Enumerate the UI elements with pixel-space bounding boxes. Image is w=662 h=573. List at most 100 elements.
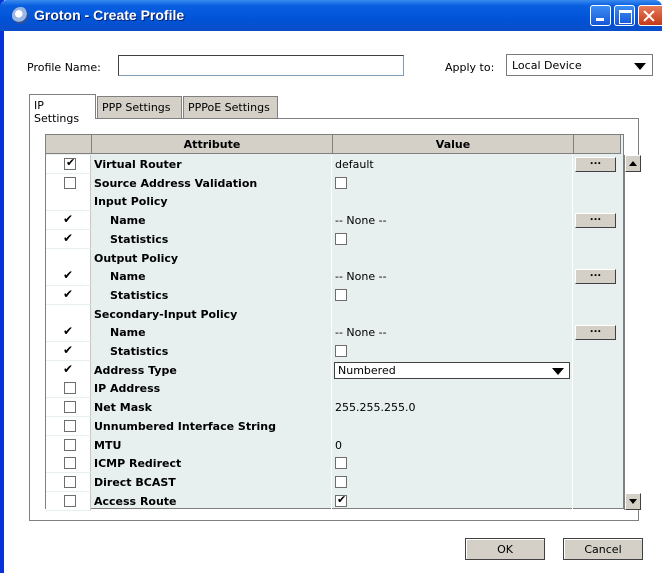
header-attribute[interactable]: Attribute [92, 135, 333, 154]
row-action-cell: ... [574, 211, 620, 230]
tab-ppp-settings[interactable]: PPP Settings [97, 96, 182, 118]
checkmark-icon: ✔ [63, 286, 74, 301]
value-checkbox[interactable] [335, 176, 347, 189]
table-row[interactable]: ✔ Name -- None --... [46, 267, 616, 287]
browse-button[interactable]: ... [575, 325, 616, 341]
row-enable-checkbox[interactable] [64, 156, 76, 170]
attribute-name: Secondary-Input Policy [92, 304, 332, 324]
table-row[interactable]: Unnumbered Interface String [46, 416, 608, 436]
tab-pppoe-settings[interactable]: PPPoE Settings [183, 96, 278, 118]
scroll-down-icon[interactable] [625, 493, 641, 510]
attribute-value: -- None -- [335, 214, 387, 228]
address-type-select[interactable]: Numbered [334, 361, 570, 379]
row-action-cell [574, 342, 620, 361]
row-check-cell [46, 379, 91, 399]
header-value[interactable]: Value [333, 135, 574, 154]
attribute-value-cell[interactable] [333, 342, 573, 361]
attribute-value-cell[interactable]: -- None -- [333, 323, 573, 343]
scroll-up-icon[interactable] [625, 155, 641, 172]
row-enable-checkbox[interactable] [64, 494, 76, 507]
table-row[interactable]: ✔ Statistics [46, 229, 608, 249]
checkmark-icon: ✔ [63, 324, 74, 339]
row-check-cell [46, 435, 91, 455]
attribute-name: Statistics [92, 229, 332, 249]
attribute-value-cell[interactable]: 0 [333, 435, 573, 455]
row-enable-checkbox[interactable] [64, 382, 76, 395]
maximize-icon[interactable] [614, 5, 635, 26]
attribute-value-cell[interactable] [333, 416, 573, 436]
attribute-name: Source Address Validation [92, 173, 332, 193]
table-row[interactable]: ✔ Statistics [46, 285, 608, 305]
table-row[interactable]: Net Mask 255.255.255.0 [46, 398, 608, 418]
value-checkbox[interactable] [335, 232, 347, 245]
apply-to-select[interactable]: Local Device [506, 54, 653, 76]
row-action-cell [574, 473, 620, 492]
attribute-value-cell[interactable] [333, 248, 573, 268]
attribute-value-cell[interactable]: -- None -- [333, 211, 573, 231]
table-row[interactable]: MTU 0 [46, 435, 608, 455]
table-row[interactable]: ✔ Statistics [46, 342, 608, 361]
table-row[interactable]: ✔ Name -- None --... [46, 323, 616, 343]
value-checkbox[interactable] [335, 493, 347, 507]
attribute-value-cell[interactable] [333, 173, 573, 193]
vertical-scrollbar[interactable] [624, 155, 641, 510]
attribute-value-cell[interactable] [333, 472, 573, 492]
attribute-name: Statistics [92, 342, 332, 361]
table-row[interactable]: Input Policy [46, 192, 608, 212]
table-row[interactable]: Direct BCAST [46, 472, 608, 492]
table-row[interactable]: Output Policy [46, 248, 608, 268]
attribute-name: Address Type [92, 360, 332, 380]
profile-name-input[interactable] [118, 55, 404, 76]
table-row[interactable]: Access Route [46, 491, 608, 511]
table-row[interactable]: Source Address Validation [46, 173, 608, 193]
attribute-value-cell[interactable]: Numbered [333, 360, 573, 380]
row-action-cell [574, 249, 620, 268]
row-action-cell [574, 230, 620, 249]
attribute-value-cell[interactable] [333, 285, 573, 305]
attribute-value-cell[interactable] [333, 379, 573, 399]
table-row[interactable]: IP Address [46, 379, 608, 399]
table-row[interactable]: ICMP Redirect [46, 454, 608, 474]
attribute-value-cell[interactable] [333, 454, 573, 474]
row-action-cell [574, 192, 620, 211]
table-row[interactable]: ✔ Name -- None --... [46, 211, 616, 231]
value-checkbox[interactable] [335, 457, 347, 470]
row-enable-checkbox[interactable] [64, 176, 76, 189]
row-enable-checkbox[interactable] [64, 401, 76, 414]
attribute-name: IP Address [92, 379, 332, 399]
value-checkbox[interactable] [335, 345, 347, 357]
browse-button[interactable]: ... [575, 213, 616, 229]
minimize-icon[interactable] [590, 5, 611, 26]
row-enable-checkbox[interactable] [64, 457, 76, 470]
title-bar[interactable]: Groton - Create Profile [0, 0, 662, 31]
cancel-button[interactable]: Cancel [563, 538, 643, 560]
attribute-value-cell[interactable]: 255.255.255.0 [333, 398, 573, 418]
row-action-cell [574, 286, 620, 305]
browse-button[interactable]: ... [575, 157, 616, 172]
attribute-name: Name [92, 267, 332, 287]
row-action-cell [574, 174, 620, 193]
attribute-value-cell[interactable] [333, 304, 573, 324]
table-row[interactable]: Secondary-Input Policy [46, 304, 608, 324]
table-row[interactable]: Virtual Routerdefault... [46, 155, 616, 174]
row-enable-checkbox[interactable] [64, 419, 76, 432]
attribute-value-cell[interactable]: default [333, 155, 573, 174]
ok-button[interactable]: OK [465, 538, 545, 560]
row-enable-checkbox[interactable] [64, 438, 76, 451]
attribute-value-cell[interactable] [333, 491, 573, 511]
tab-ip-settings[interactable]: IP Settings [29, 94, 96, 125]
row-enable-checkbox[interactable] [64, 475, 76, 488]
app-globe-icon [12, 7, 29, 24]
attribute-name: Name [92, 211, 332, 231]
browse-button[interactable]: ... [575, 269, 616, 285]
attribute-value-cell[interactable] [333, 229, 573, 249]
row-check-cell: ✔ [46, 211, 91, 231]
value-checkbox[interactable] [335, 475, 347, 488]
row-action-cell [574, 379, 620, 398]
attribute-value-cell[interactable]: -- None -- [333, 267, 573, 287]
checkmark-icon: ✔ [63, 212, 74, 227]
value-checkbox[interactable] [335, 288, 347, 301]
close-icon[interactable] [638, 5, 662, 26]
attribute-value-cell[interactable] [333, 192, 573, 212]
table-row[interactable]: ✔ Address Type Numbered [46, 360, 608, 380]
